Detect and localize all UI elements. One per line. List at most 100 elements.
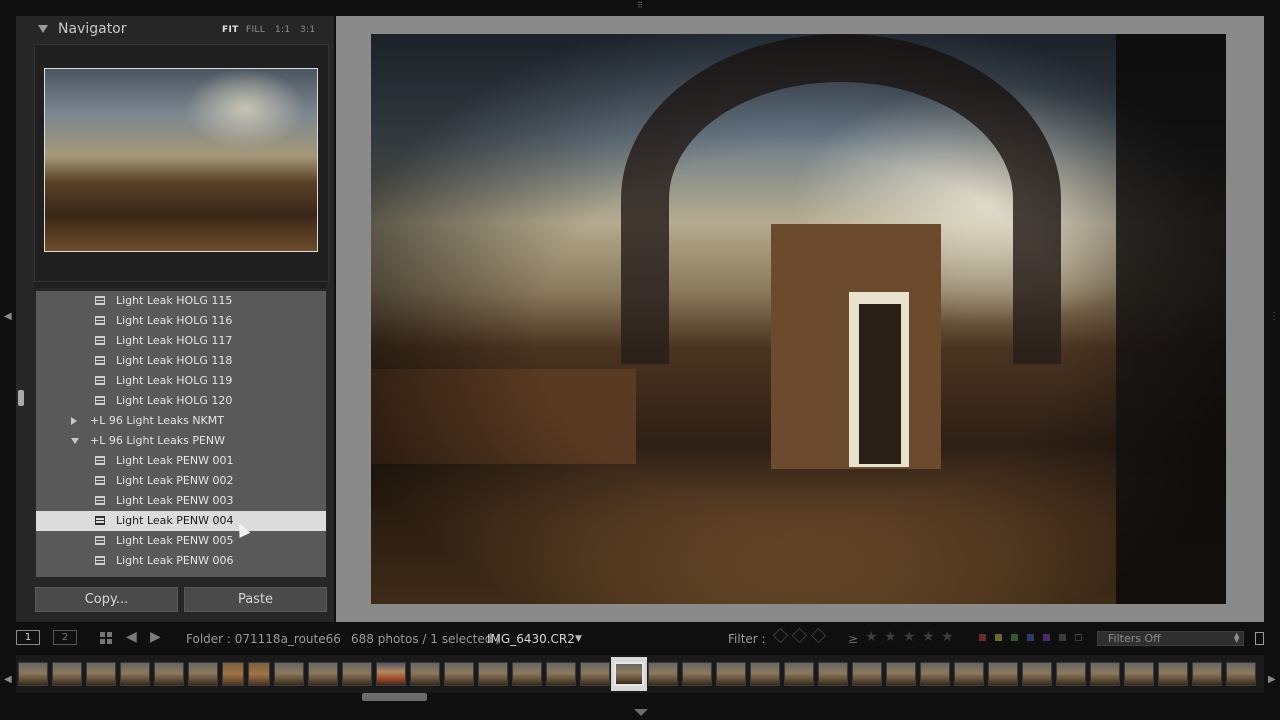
top-panel-toggle-icon[interactable]: ⠿ [634,2,646,10]
left-panel-toggle-icon[interactable]: ◀ [4,312,12,322]
purple-label-swatch[interactable] [1043,634,1050,641]
filter-lock-toggle[interactable] [1255,632,1264,645]
preset-item[interactable]: Light Leak PENW 005 [36,531,326,551]
preset-item[interactable]: Light Leak PENW 006 [36,551,326,571]
preset-icon [95,536,105,545]
filmstrip-thumbnail[interactable] [86,662,116,686]
green-label-swatch[interactable] [1011,634,1018,641]
filmstrip-thumbnail[interactable] [308,662,338,686]
filmstrip-thumbnail[interactable] [1124,662,1154,686]
rating-operator[interactable]: ≥ [848,632,858,646]
preset-folder[interactable]: +L 96 Light Leaks NKMT [36,411,326,431]
zoom-3to1-option[interactable]: 3:1 [300,25,315,35]
unflagged-icon[interactable] [791,627,808,644]
filmstrip-thumbnail[interactable] [478,662,508,686]
right-arrow-icon[interactable]: ▶ [150,630,161,644]
preset-item[interactable]: Light Leak HOLG 120 [36,391,326,411]
zoom-fit-option[interactable]: FIT [222,25,239,35]
secondary-view-button[interactable]: 2 [53,630,77,645]
filmstrip-thumbnail[interactable] [410,662,440,686]
yellow-label-swatch[interactable] [995,634,1002,641]
filmstrip-thumbnail[interactable] [580,662,610,686]
preset-item[interactable]: Light Leak HOLG 119 [36,371,326,391]
bottom-panel-toggle-icon[interactable] [634,709,648,716]
preset-item[interactable]: Light Leak PENW 003 [36,491,326,511]
star-icon[interactable]: ★ [922,629,935,645]
reject-flag-icon[interactable] [810,627,827,644]
primary-view-button[interactable]: 1 [16,630,40,645]
filmstrip-thumbnail[interactable] [818,662,848,686]
filmstrip-thumbnail[interactable] [1226,662,1256,686]
filmstrip-thumbnail[interactable] [614,662,644,686]
filmstrip-left-arrow-icon[interactable]: ◀ [4,675,12,685]
filmstrip-thumbnail[interactable] [1192,662,1222,686]
grid-view-icon[interactable] [100,632,113,644]
filmstrip-thumbnail[interactable] [988,662,1018,686]
star-icon[interactable]: ★ [941,629,954,645]
left-arrow-icon[interactable]: ◀ [126,630,137,644]
blue-label-swatch[interactable] [1027,634,1034,641]
preset-label: +L 96 Light Leaks NKMT [90,414,224,427]
filmstrip-scrollbar[interactable] [362,693,427,701]
filmstrip-thumbnail[interactable] [716,662,746,686]
filmstrip-thumbnail[interactable] [512,662,542,686]
preset-item[interactable]: Light Leak PENW 001 [36,451,326,471]
select-arrows-icon[interactable]: ▲ ▼ [1234,632,1239,644]
navigator-preview-image[interactable] [44,68,318,252]
filmstrip-thumbnail[interactable] [1056,662,1086,686]
chevron-down-icon[interactable]: ▼ [575,634,582,644]
filmstrip-thumbnail[interactable] [376,662,406,686]
filmstrip-thumbnail[interactable] [1022,662,1052,686]
star-icon[interactable]: ★ [884,629,897,645]
pick-flag-icon[interactable] [772,627,789,644]
left-panel-scroll-handle[interactable] [18,390,24,406]
preset-item[interactable]: Light Leak HOLG 116 [36,311,326,331]
red-label-swatch[interactable] [979,634,986,641]
filmstrip-thumbnail[interactable] [920,662,950,686]
zoom-1to1-option[interactable]: 1:1 [275,25,290,35]
no-label-swatch[interactable] [1059,634,1066,641]
filmstrip-thumbnail[interactable] [342,662,372,686]
filter-preset-select[interactable]: Filters Off [1097,631,1244,646]
filmstrip-thumbnail[interactable] [546,662,576,686]
filmstrip-thumbnail[interactable] [682,662,712,686]
filmstrip-thumbnail[interactable] [274,662,304,686]
custom-label-swatch[interactable] [1075,634,1082,641]
filmstrip-thumbnail[interactable] [222,662,244,686]
right-panel-toggle-icon[interactable]: ⋮ [1269,312,1279,322]
filmstrip-thumbnail[interactable] [852,662,882,686]
disclosure-open-icon[interactable] [71,438,79,444]
preset-item[interactable]: Light Leak PENW 004 [36,511,326,531]
preset-item[interactable]: Light Leak PENW 002 [36,471,326,491]
filmstrip-thumbnail[interactable] [154,662,184,686]
preset-folder[interactable]: +L 96 Light Leaks PENW [36,431,326,451]
main-photo[interactable] [371,34,1226,604]
paste-button[interactable]: Paste [184,587,327,612]
navigator-title[interactable]: Navigator [58,21,127,37]
filmstrip-right-arrow-icon[interactable]: ▶ [1268,675,1276,685]
zoom-fill-option[interactable]: FILL [246,25,265,35]
filmstrip-thumbnail[interactable] [188,662,218,686]
preset-item[interactable]: Light Leak HOLG 117 [36,331,326,351]
filmstrip-thumbnail[interactable] [750,662,780,686]
filmstrip-thumbnail[interactable] [18,662,48,686]
filmstrip-thumbnail[interactable] [648,662,678,686]
filmstrip-thumbnail[interactable] [248,662,270,686]
filename-dropdown[interactable]: IMG_6430.CR2 [487,632,575,646]
preset-item[interactable]: Light Leak HOLG 115 [36,291,326,311]
filmstrip-thumbnail[interactable] [1090,662,1120,686]
filmstrip-thumbnail[interactable] [886,662,916,686]
filmstrip-thumbnail[interactable] [444,662,474,686]
filmstrip-thumbnail[interactable] [1158,662,1188,686]
collapse-triangle-icon[interactable] [38,25,48,33]
disclosure-closed-icon[interactable] [71,417,77,425]
star-icon[interactable]: ★ [865,629,878,645]
star-icon[interactable]: ★ [903,629,916,645]
filmstrip-thumbnail[interactable] [784,662,814,686]
copy-button[interactable]: Copy... [35,587,178,612]
folder-path[interactable]: Folder : 071118a_route66 [186,632,341,646]
filmstrip-thumbnail[interactable] [954,662,984,686]
preset-item[interactable]: Light Leak HOLG 118 [36,351,326,371]
filmstrip-thumbnail[interactable] [52,662,82,686]
filmstrip-thumbnail[interactable] [120,662,150,686]
